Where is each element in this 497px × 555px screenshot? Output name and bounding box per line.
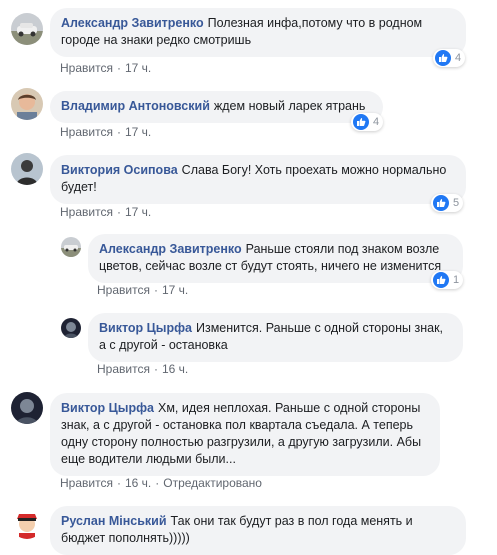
separator-dot: · bbox=[153, 362, 158, 376]
separator-dot: · bbox=[116, 61, 121, 75]
separator-dot: · bbox=[116, 205, 121, 219]
avatar[interactable] bbox=[11, 153, 43, 185]
comment-time[interactable]: 17 ч. bbox=[125, 61, 151, 75]
like-link[interactable]: Нравится bbox=[60, 125, 113, 139]
comment-bubble: Виктор Цырфа Изменится. Раньше с одной ст… bbox=[88, 313, 463, 362]
like-link[interactable]: Нравится bbox=[97, 283, 150, 297]
comment-text: ждем новый ларек ятрань bbox=[213, 99, 366, 113]
reaction-number: 1 bbox=[453, 274, 460, 286]
comment-bubble: Виктор Цырфа Хм, идея неплохая. Раньше с … bbox=[50, 393, 440, 476]
comment-time[interactable]: 17 ч. bbox=[162, 283, 188, 297]
comment-meta: Нравится · 17 ч. bbox=[60, 205, 151, 219]
comment-author[interactable]: Александр Завитренко bbox=[99, 242, 242, 256]
thumbs-up-icon bbox=[433, 195, 449, 211]
reaction-count[interactable]: 1 bbox=[431, 271, 464, 289]
avatar[interactable] bbox=[61, 237, 81, 257]
comment-bubble: Александр Завитренко Раньше стояли под зн… bbox=[88, 234, 463, 283]
like-link[interactable]: Нравится bbox=[60, 61, 113, 75]
separator-dot: · bbox=[153, 283, 158, 297]
comment-bubble: Руслан Мінський Так они так будут раз в п… bbox=[50, 506, 466, 555]
thumbs-up-icon bbox=[433, 272, 449, 288]
thumbs-up-icon bbox=[353, 114, 369, 130]
reaction-number: 4 bbox=[373, 116, 380, 128]
reaction-count[interactable]: 4 bbox=[433, 49, 466, 67]
comment-author[interactable]: Виктор Цырфа bbox=[99, 321, 192, 335]
edited-label[interactable]: Отредактировано bbox=[163, 476, 262, 490]
comment-time[interactable]: 17 ч. bbox=[125, 205, 151, 219]
like-link[interactable]: Нравится bbox=[97, 362, 150, 376]
avatar[interactable] bbox=[11, 392, 43, 424]
comment-author[interactable]: Виктор Цырфа bbox=[61, 401, 154, 415]
comment-time[interactable]: 16 ч. bbox=[162, 362, 188, 376]
reaction-number: 4 bbox=[455, 52, 462, 64]
separator-dot: · bbox=[116, 125, 121, 139]
like-link[interactable]: Нравится bbox=[60, 205, 113, 219]
like-link[interactable]: Нравится bbox=[60, 476, 113, 490]
separator-dot: · bbox=[116, 476, 121, 490]
avatar[interactable] bbox=[11, 507, 43, 539]
comment-author[interactable]: Александр Завитренко bbox=[61, 16, 204, 30]
comment-author[interactable]: Руслан Мінський bbox=[61, 514, 167, 528]
separator-dot: · bbox=[155, 476, 160, 490]
comment-author[interactable]: Владимир Антоновский bbox=[61, 99, 210, 113]
avatar[interactable] bbox=[11, 88, 43, 120]
comment-time[interactable]: 16 ч. bbox=[125, 476, 151, 490]
thumbs-up-icon bbox=[435, 50, 451, 66]
comment-meta: Нравится · 17 ч. bbox=[60, 125, 151, 139]
reaction-count[interactable]: 4 bbox=[351, 113, 384, 131]
comment-author[interactable]: Виктория Осипова bbox=[61, 163, 178, 177]
avatar[interactable] bbox=[61, 318, 81, 338]
comment-meta: Нравится · 16 ч. bbox=[97, 362, 188, 376]
reaction-count[interactable]: 5 bbox=[431, 194, 464, 212]
comment-meta: Нравится · 17 ч. bbox=[60, 61, 151, 75]
comment-bubble: Владимир Антоновский ждем новый ларек ятр… bbox=[50, 91, 383, 123]
comment-time[interactable]: 17 ч. bbox=[125, 125, 151, 139]
comment-bubble: Александр Завитренко Полезная инфа,потому… bbox=[50, 8, 466, 57]
comment-meta: Нравится · 16 ч. · Отредактировано bbox=[60, 476, 262, 490]
comment-meta: Нравится · 17 ч. bbox=[97, 283, 188, 297]
avatar[interactable] bbox=[11, 13, 43, 45]
reaction-number: 5 bbox=[453, 197, 460, 209]
comment-bubble: Виктория Осипова Слава Богу! Хоть проехат… bbox=[50, 155, 466, 204]
